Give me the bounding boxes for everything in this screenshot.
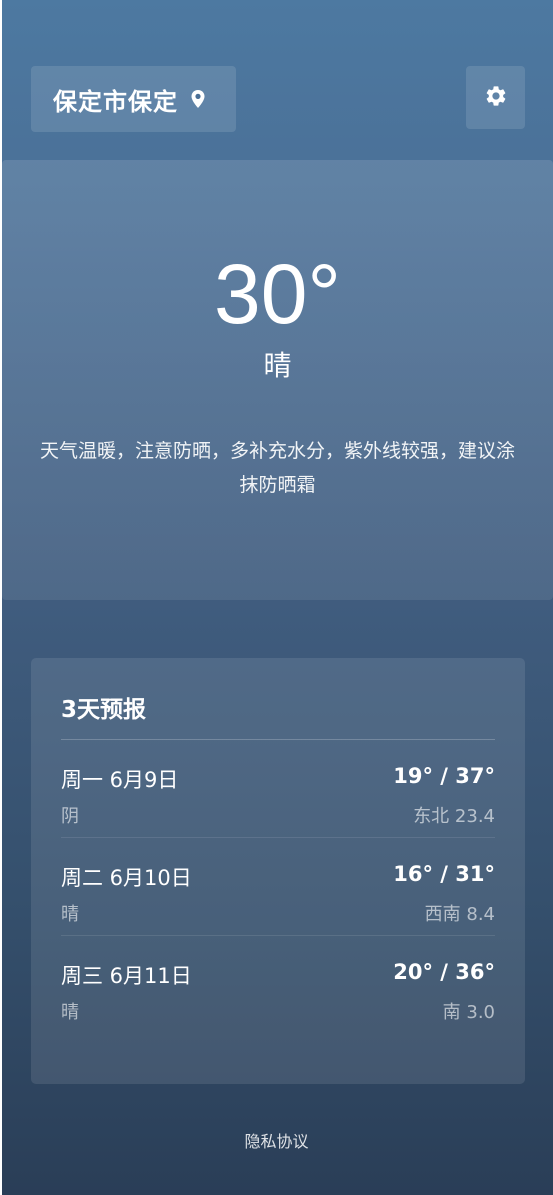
top-bar: 保定市保定	[31, 66, 525, 132]
weather-tip: 天气温暖，注意防晒，多补充水分，紫外线较强，建议涂抹防晒霜	[39, 440, 515, 496]
location-label: 保定市保定	[53, 87, 178, 116]
current-temperature: 30°	[213, 247, 342, 341]
forecast-temp-range: 20° / 36°	[393, 960, 495, 984]
current-condition: 晴	[263, 349, 292, 382]
forecast-wind: 东北 23.4	[413, 806, 495, 827]
forecast-wind: 南 3.0	[442, 1002, 495, 1023]
map-pin-icon	[190, 89, 206, 109]
settings-button[interactable]	[466, 66, 525, 129]
gear-icon	[484, 84, 508, 112]
forecast-title: 3天预报	[61, 658, 495, 740]
forecast-date: 周三 6月11日	[61, 964, 192, 988]
forecast-date: 周一 6月9日	[61, 768, 179, 792]
current-weather-panel: 30° 晴 天气温暖，注意防晒，多补充水分，紫外线较强，建议涂抹防晒霜	[2, 160, 553, 600]
privacy-policy-link[interactable]: 隐私协议	[0, 1128, 553, 1152]
forecast-day-row: 周三 6月11日 晴 20° / 36° 南 3.0	[61, 936, 495, 1034]
forecast-date: 周二 6月10日	[61, 866, 192, 890]
forecast-temp-range: 19° / 37°	[393, 764, 495, 788]
location-button[interactable]: 保定市保定	[31, 66, 236, 132]
forecast-temp-range: 16° / 31°	[393, 862, 495, 886]
forecast-condition: 晴	[61, 904, 79, 925]
forecast-day-row: 周一 6月9日 阴 19° / 37° 东北 23.4	[61, 740, 495, 838]
forecast-condition: 晴	[61, 1002, 79, 1023]
forecast-condition: 阴	[61, 806, 79, 827]
forecast-day-row: 周二 6月10日 晴 16° / 31° 西南 8.4	[61, 838, 495, 936]
forecast-wind: 西南 8.4	[424, 904, 495, 925]
forecast-card: 3天预报 周一 6月9日 阴 19° / 37° 东北 23.4 周二 6月10…	[31, 658, 525, 1084]
